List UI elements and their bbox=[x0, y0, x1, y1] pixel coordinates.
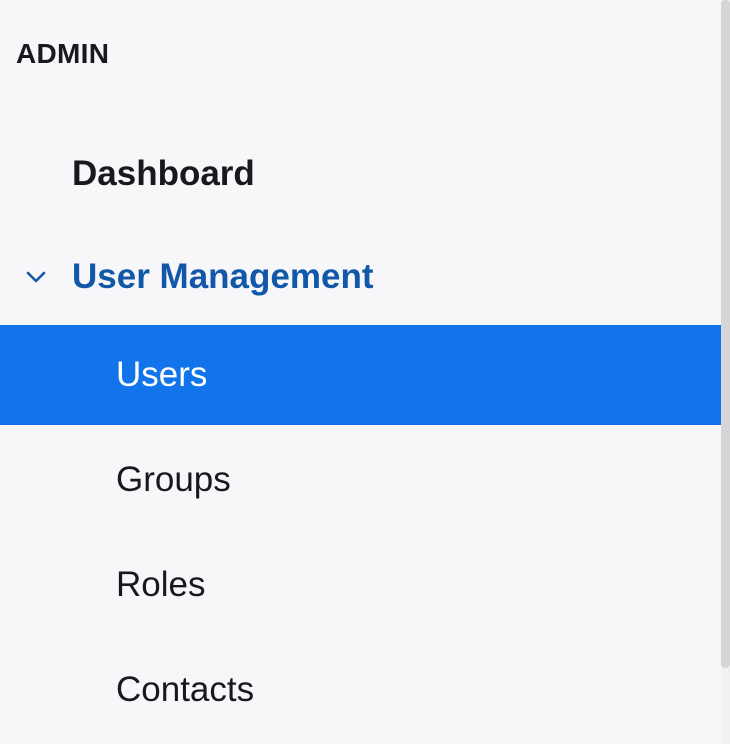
section-title-admin: ADMIN bbox=[16, 38, 110, 69]
sidebar-item-label: User Management bbox=[72, 257, 374, 296]
sidebar-item-dashboard[interactable]: Dashboard bbox=[0, 124, 721, 224]
scrollbar-thumb[interactable] bbox=[721, 0, 730, 668]
admin-sidebar: ADMIN Dashboard User Management Users Gr… bbox=[0, 0, 721, 744]
sidebar-item-roles[interactable]: Roles bbox=[0, 535, 721, 635]
sidebar-item-contacts[interactable]: Contacts bbox=[0, 640, 721, 740]
sidebar-item-label: Groups bbox=[116, 460, 231, 499]
sidebar-item-label: Users bbox=[116, 355, 208, 394]
sidebar-item-user-management[interactable]: User Management bbox=[0, 227, 721, 327]
sidebar-item-groups[interactable]: Groups bbox=[0, 430, 721, 530]
chevron-down-icon[interactable] bbox=[24, 265, 48, 289]
sidebar-item-label: Contacts bbox=[116, 670, 255, 709]
sidebar-item-label: Roles bbox=[116, 565, 206, 604]
sidebar-item-label: Dashboard bbox=[72, 154, 255, 193]
sidebar-item-users[interactable]: Users bbox=[0, 325, 721, 425]
chevron-down-stroke bbox=[26, 271, 46, 283]
